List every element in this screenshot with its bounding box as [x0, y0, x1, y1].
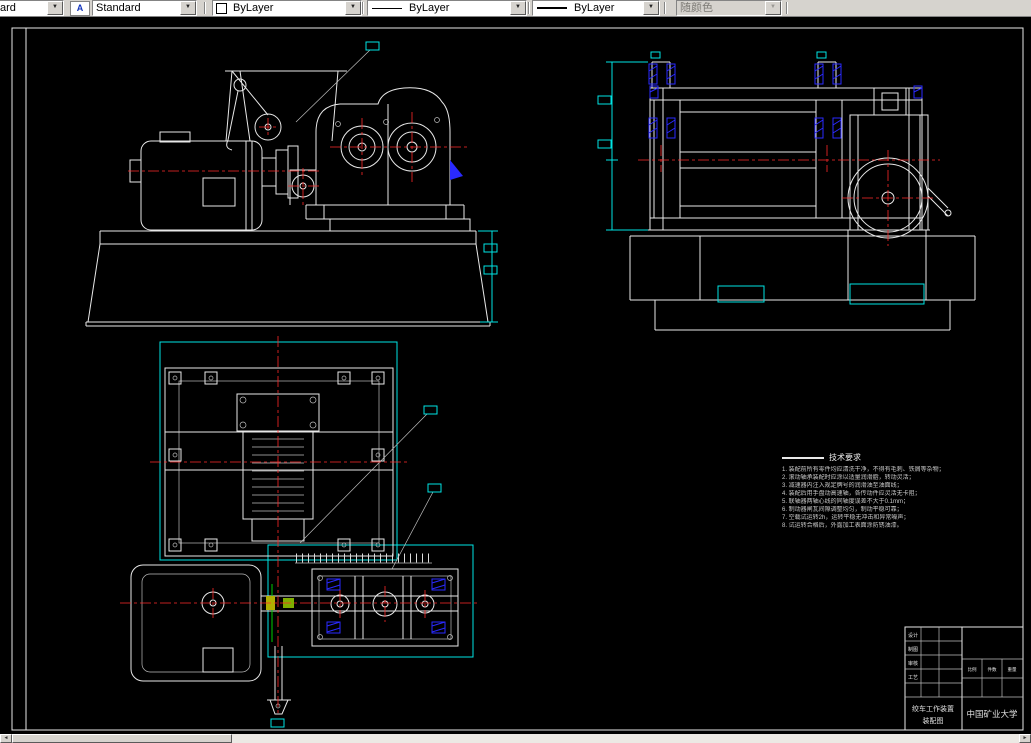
color-combo[interactable]: ByLayer ▼: [212, 0, 362, 16]
drawing-title-line2: 装配图: [923, 716, 944, 725]
drawing-title-line1: 绞车工作装置: [912, 704, 954, 713]
text-style-combo[interactable]: Standard ▼: [92, 0, 197, 16]
linetype-value: ByLayer: [406, 2, 510, 15]
lineweight-glyph: [537, 7, 567, 9]
plot-style-dropdown-arrow: ▼: [765, 1, 781, 15]
lineweight-value: ByLayer: [571, 2, 643, 15]
titleblock-row-label: 制图: [908, 646, 918, 653]
note-line: 7. 空载试运转2h，运转平稳无冲击和异常噪声；: [782, 514, 992, 522]
titleblock-row-label: 工艺: [908, 675, 918, 681]
titleblock-info-label: 比例: [968, 666, 977, 673]
note-line: 2. 滚动轴承装配时应涂以适量润滑脂，转动灵活；: [782, 474, 992, 482]
titleblock-row-label: 设计: [908, 632, 918, 639]
notes-underline: [782, 457, 824, 459]
toolbar-separator: [528, 2, 530, 14]
toolbar-separator: [362, 2, 364, 14]
toolbar-separator: [664, 2, 666, 14]
scroll-track[interactable]: [232, 734, 1019, 743]
note-line: 4. 装配后用手盘动高速轴，各传动件应灵活无卡阻；: [782, 490, 992, 498]
note-line: 3. 减速器内注入规定牌号的润滑油至油面线；: [782, 482, 992, 490]
linetype-dropdown-arrow[interactable]: ▼: [510, 1, 526, 15]
color-value: ByLayer: [230, 2, 345, 15]
scroll-right-button[interactable]: ►: [1019, 734, 1031, 743]
titleblock-info-label: 件数: [988, 666, 997, 673]
linetype-combo[interactable]: ByLayer ▼: [367, 0, 527, 16]
technical-notes: 技术要求 1. 装配前所有零件均应清洗干净，不得有毛刺、铁屑等杂物； 2. 滚动…: [782, 452, 992, 530]
dim-style-dropdown-arrow[interactable]: ▼: [47, 1, 63, 15]
dim-style-combo[interactable]: ard ▼: [0, 0, 64, 16]
model-space-background: [0, 16, 1031, 743]
note-line: 6. 制动器闸瓦间隙调整均匀，制动平稳可靠；: [782, 506, 992, 514]
horizontal-scrollbar[interactable]: ◄ ►: [0, 734, 1031, 743]
note-line: 5. 联轴器两轴心线的同轴度误差不大于0.1mm；: [782, 498, 992, 506]
toolbar: ard ▼ A Standard ▼ ByLayer ▼ ByLayer ▼ B…: [0, 0, 1031, 17]
color-dropdown-arrow[interactable]: ▼: [345, 1, 361, 15]
text-style-value: Standard: [93, 2, 180, 15]
titleblock-university: 中国矿业大学: [966, 709, 1018, 719]
toolbar-separator: [786, 2, 788, 14]
scroll-thumb[interactable]: [12, 734, 232, 743]
text-style-icon[interactable]: A: [70, 1, 90, 16]
plot-style-value: 随颜色: [677, 2, 765, 15]
plot-style-combo: 随颜色 ▼: [676, 0, 782, 16]
scroll-left-button[interactable]: ◄: [0, 734, 12, 743]
linetype-glyph: [372, 8, 402, 9]
color-swatch: [216, 3, 227, 14]
toolbar-separator: [204, 2, 206, 14]
app-window: 设计 制图 审核 工艺 比例 件数 重量 绞车工作装置 装配图 中国矿业大学 技…: [0, 0, 1031, 743]
dim-style-value: ard: [0, 2, 47, 15]
notes-title-text: 技术要求: [829, 452, 861, 463]
technical-notes-title: 技术要求: [782, 452, 992, 463]
note-line: 1. 装配前所有零件均应清洗干净，不得有毛刺、铁屑等杂物；: [782, 466, 992, 474]
lineweight-combo[interactable]: ByLayer ▼: [532, 0, 660, 16]
text-style-dropdown-arrow[interactable]: ▼: [180, 1, 196, 15]
titleblock-row-label: 审核: [908, 660, 918, 667]
note-line: 8. 试运转合格后，外露加工表面涂防锈油漆。: [782, 522, 992, 530]
titleblock-info-label: 重量: [1008, 666, 1017, 673]
drawing-canvas[interactable]: 设计 制图 审核 工艺 比例 件数 重量 绞车工作装置 装配图 中国矿业大学: [0, 0, 1031, 743]
lineweight-dropdown-arrow[interactable]: ▼: [643, 1, 659, 15]
